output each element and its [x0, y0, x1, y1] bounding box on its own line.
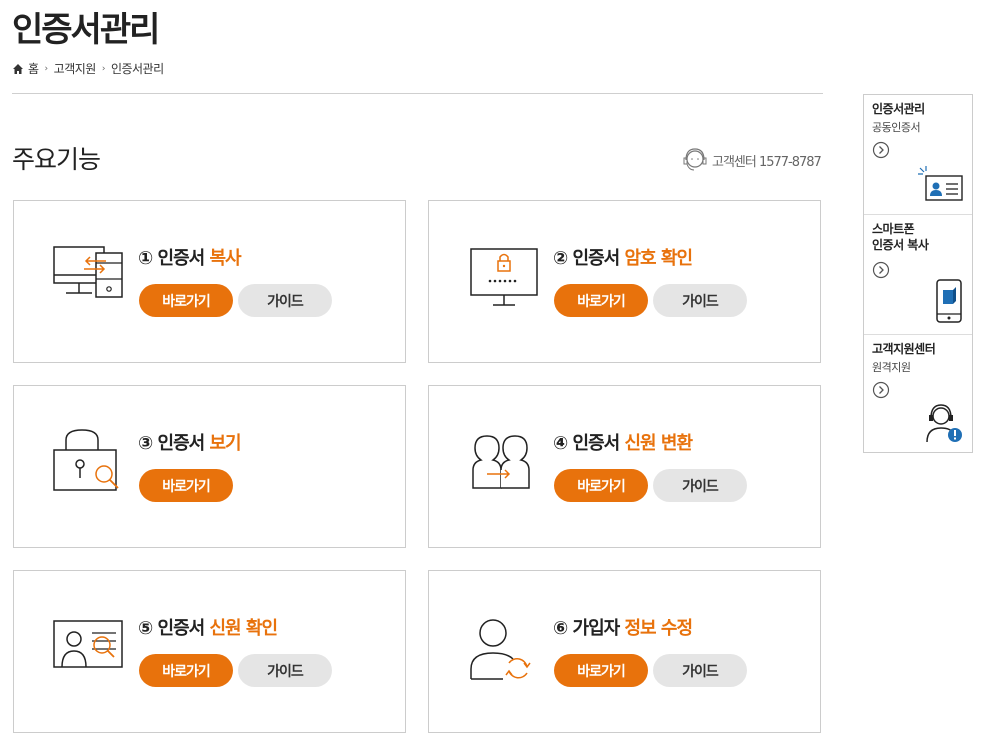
- breadcrumb-home[interactable]: 홈: [28, 60, 39, 77]
- card-title: ③ 인증서 보기: [138, 433, 242, 454]
- sidebar-item-smartphone-copy[interactable]: 스마트폰 인증서 복사: [864, 215, 972, 335]
- breadcrumb-support[interactable]: 고객지원: [54, 60, 97, 77]
- padlock-search-icon: [53, 429, 119, 491]
- card-title: ④ 인증서 신원 변환: [553, 433, 693, 454]
- member-info-edit-go-button[interactable]: 바로가기: [554, 654, 648, 687]
- card-cert-view: ③ 인증서 보기 바로가기: [13, 385, 406, 548]
- support-center: 고객센터 1577-8787: [680, 146, 822, 174]
- sidebar-item-sub: 원격지원: [872, 361, 911, 374]
- card-member-info-edit: ⑥ 가입자 정보 수정 바로가기 가이드: [428, 570, 821, 733]
- breadcrumb-current: 인증서관리: [110, 62, 164, 76]
- header-divider: [12, 93, 823, 94]
- cert-identity-convert-go-button[interactable]: 바로가기: [554, 469, 648, 502]
- cert-identity-check-guide-button[interactable]: 가이드: [238, 654, 332, 687]
- chevron-right-circle-icon[interactable]: [872, 141, 890, 159]
- section-title: 주요기능: [12, 145, 101, 174]
- users-transfer-icon: [472, 435, 530, 489]
- cert-view-go-button[interactable]: 바로가기: [139, 469, 233, 502]
- support-phone: 고객센터 1577-8787: [712, 154, 822, 170]
- card-title: ② 인증서 암호 확인: [553, 248, 693, 269]
- cert-copy-guide-button[interactable]: 가이드: [238, 284, 332, 317]
- cert-identity-check-go-button[interactable]: 바로가기: [139, 654, 233, 687]
- sidebar-item-title: 인증서관리: [872, 102, 925, 116]
- cert-password-guide-button[interactable]: 가이드: [653, 284, 747, 317]
- sidebar-item-cert-manage[interactable]: 인증서관리 공동인증서: [864, 95, 972, 215]
- cert-password-go-button[interactable]: 바로가기: [554, 284, 648, 317]
- chevron-right-icon: ›: [101, 63, 106, 74]
- card-cert-copy: ① 인증서 복사 바로가기 가이드: [13, 200, 406, 363]
- card-title: ⑤ 인증서 신원 확인: [138, 618, 278, 639]
- sidebar-item-sub: 공동인증서: [872, 121, 921, 134]
- chevron-right-icon: ›: [44, 63, 49, 74]
- card-cert-identity-convert: ④ 인증서 신원 변환 바로가기 가이드: [428, 385, 821, 548]
- id-card-search-icon: [53, 620, 123, 668]
- support-agent-icon: [926, 404, 962, 443]
- cert-identity-convert-guide-button[interactable]: 가이드: [653, 469, 747, 502]
- page-title: 인증서관리: [12, 10, 160, 50]
- sidebar-item-title: 스마트폰 인증서 복사: [872, 222, 929, 252]
- id-card-icon: [918, 166, 963, 201]
- user-refresh-icon: [470, 619, 531, 680]
- card-title: ① 인증서 복사: [138, 248, 242, 269]
- cert-copy-go-button[interactable]: 바로가기: [139, 284, 233, 317]
- sidebar-item-title: 고객지원센터: [872, 342, 936, 356]
- card-cert-identity-check: ⑤ 인증서 신원 확인 바로가기 가이드: [13, 570, 406, 733]
- sidebar-item-support-center[interactable]: 고객지원센터 원격지원: [864, 335, 972, 454]
- chevron-right-circle-icon[interactable]: [872, 261, 890, 279]
- monitor-lock-icon: [470, 248, 538, 306]
- card-cert-password: ② 인증서 암호 확인 바로가기 가이드: [428, 200, 821, 363]
- quick-menu-sidebar: 인증서관리 공동인증서 스마트폰 인증서 복사 고객지원센터 원격지원: [863, 94, 973, 453]
- smartphone-icon: [936, 279, 962, 323]
- monitor-transfer-icon: [53, 246, 123, 298]
- breadcrumb: 홈 › 고객지원 › 인증서관리: [12, 60, 164, 77]
- member-info-edit-guide-button[interactable]: 가이드: [653, 654, 747, 687]
- card-title: ⑥ 가입자 정보 수정: [553, 618, 693, 639]
- home-icon[interactable]: [12, 63, 24, 75]
- chevron-right-circle-icon[interactable]: [872, 381, 890, 399]
- headset-agent-icon: [683, 148, 707, 171]
